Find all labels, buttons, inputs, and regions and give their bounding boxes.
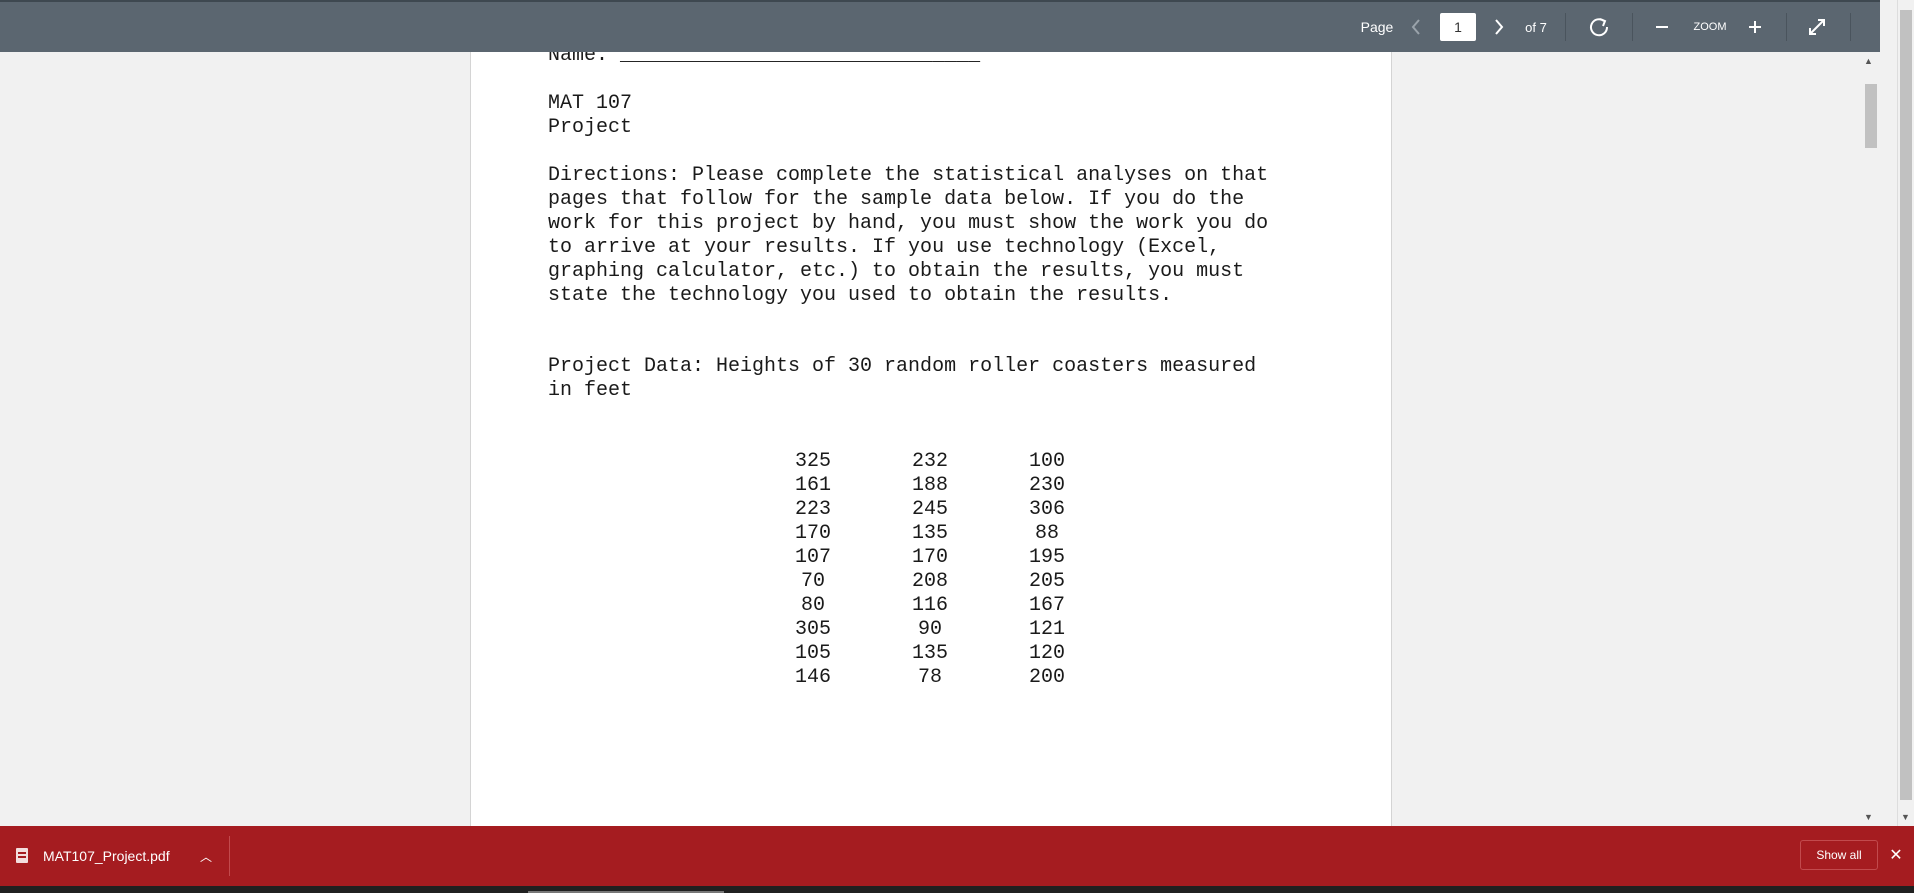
data-value: 116 (911, 594, 948, 617)
scroll-down-arrow[interactable]: ▼ (1860, 810, 1877, 824)
minus-icon (1656, 26, 1668, 28)
zoom-out-button[interactable] (1647, 2, 1677, 52)
zoom-label: ZOOM (1693, 21, 1727, 33)
data-value: 170 (911, 546, 948, 569)
page-scrollbar-thumb[interactable] (1900, 10, 1912, 800)
data-value: 146 (794, 666, 831, 689)
data-value: 305 (794, 618, 831, 641)
data-value: 90 (917, 618, 942, 641)
page-scroll-down-arrow[interactable]: ▼ (1897, 810, 1914, 824)
project-data-heading: in feet (548, 379, 633, 402)
page-number-field-wrap (1439, 2, 1477, 52)
directions-line: to arrive at your results. If you use te… (548, 236, 1221, 259)
data-value: 80 (800, 594, 825, 617)
fullscreen-icon (1809, 19, 1825, 35)
data-value: 161 (794, 474, 831, 497)
directions-line: pages that follow for the sample data be… (548, 188, 1245, 211)
close-icon[interactable]: ✕ (1884, 841, 1908, 869)
download-filename: MAT107_Project.pdf (43, 848, 170, 864)
show-all-button[interactable]: Show all (1800, 840, 1878, 870)
data-value: 70 (800, 570, 825, 593)
document-viewport[interactable]: Name: ______________________________ MAT… (0, 52, 1880, 826)
data-value: 188 (911, 474, 948, 497)
data-value: 135 (911, 642, 948, 665)
data-value: 205 (1028, 570, 1065, 593)
chevron-right-icon (1495, 19, 1504, 35)
data-column-1: 325 161 223 170 107 70 80 305 105 146 (783, 450, 843, 690)
rotate-button[interactable] (1584, 2, 1614, 52)
page-total: of 7 (1525, 19, 1547, 35)
data-value: 325 (794, 450, 831, 473)
next-page-button[interactable] (1484, 2, 1514, 52)
zoom-in-button[interactable] (1740, 2, 1770, 52)
pdf-page: Name: ______________________________ MAT… (470, 52, 1392, 826)
page-number-input[interactable] (1440, 13, 1476, 41)
previous-page-button[interactable] (1401, 2, 1431, 52)
directions-line: graphing calculator, etc.) to obtain the… (548, 260, 1245, 283)
chevron-up-icon[interactable]: ︿ (196, 826, 216, 886)
project-data-heading: Project Data: Heights of 30 random rolle… (548, 355, 1257, 378)
data-value: 88 (1034, 522, 1059, 545)
download-divider (229, 836, 230, 876)
data-value: 107 (794, 546, 831, 569)
document-title: Project (548, 116, 633, 139)
data-value: 120 (1028, 642, 1065, 665)
taskbar-strip (0, 886, 1914, 893)
directions-line: Directions: Please complete the statisti… (548, 164, 1269, 187)
toolbar-divider (1786, 13, 1787, 41)
data-column-2: 232 188 245 135 170 208 116 90 135 78 (900, 450, 960, 690)
data-value: 167 (1028, 594, 1065, 617)
data-value: 170 (794, 522, 831, 545)
pdf-file-icon (16, 848, 28, 863)
page-label: Page (1360, 19, 1394, 35)
chevron-left-icon (1411, 19, 1420, 35)
data-value: 223 (794, 498, 831, 521)
data-value: 208 (911, 570, 948, 593)
course-code: MAT 107 (548, 92, 633, 115)
scroll-up-arrow[interactable]: ▲ (1860, 54, 1877, 68)
name-field-line: Name: ______________________________ (548, 52, 981, 67)
plus-icon (1749, 21, 1761, 33)
data-value: 78 (917, 666, 942, 689)
data-value: 100 (1028, 450, 1065, 473)
data-value: 105 (794, 642, 831, 665)
toolbar-divider (1632, 13, 1633, 41)
data-value: 230 (1028, 474, 1065, 497)
data-value: 135 (911, 522, 948, 545)
data-value: 306 (1028, 498, 1065, 521)
toolbar-divider (1565, 13, 1566, 41)
data-value: 195 (1028, 546, 1065, 569)
data-value: 232 (911, 450, 948, 473)
toolbar-divider (1850, 13, 1851, 41)
document-scrollbar-thumb[interactable] (1865, 84, 1877, 148)
data-column-3: 100 230 306 88 195 205 167 121 120 200 (1017, 450, 1077, 690)
download-item[interactable]: MAT107_Project.pdf ︿ (0, 826, 230, 886)
directions-line: state the technology you used to obtain … (548, 284, 1173, 307)
directions-line: work for this project by hand, you must … (548, 212, 1269, 235)
fullscreen-button[interactable] (1802, 2, 1832, 52)
data-value: 245 (911, 498, 948, 521)
rotate-icon (1590, 18, 1609, 37)
data-value: 121 (1028, 618, 1065, 641)
pdf-toolbar: Page of 7 ZOOM (0, 0, 1880, 52)
data-value: 200 (1028, 666, 1065, 689)
download-bar: MAT107_Project.pdf ︿ Show all ✕ (0, 826, 1914, 886)
